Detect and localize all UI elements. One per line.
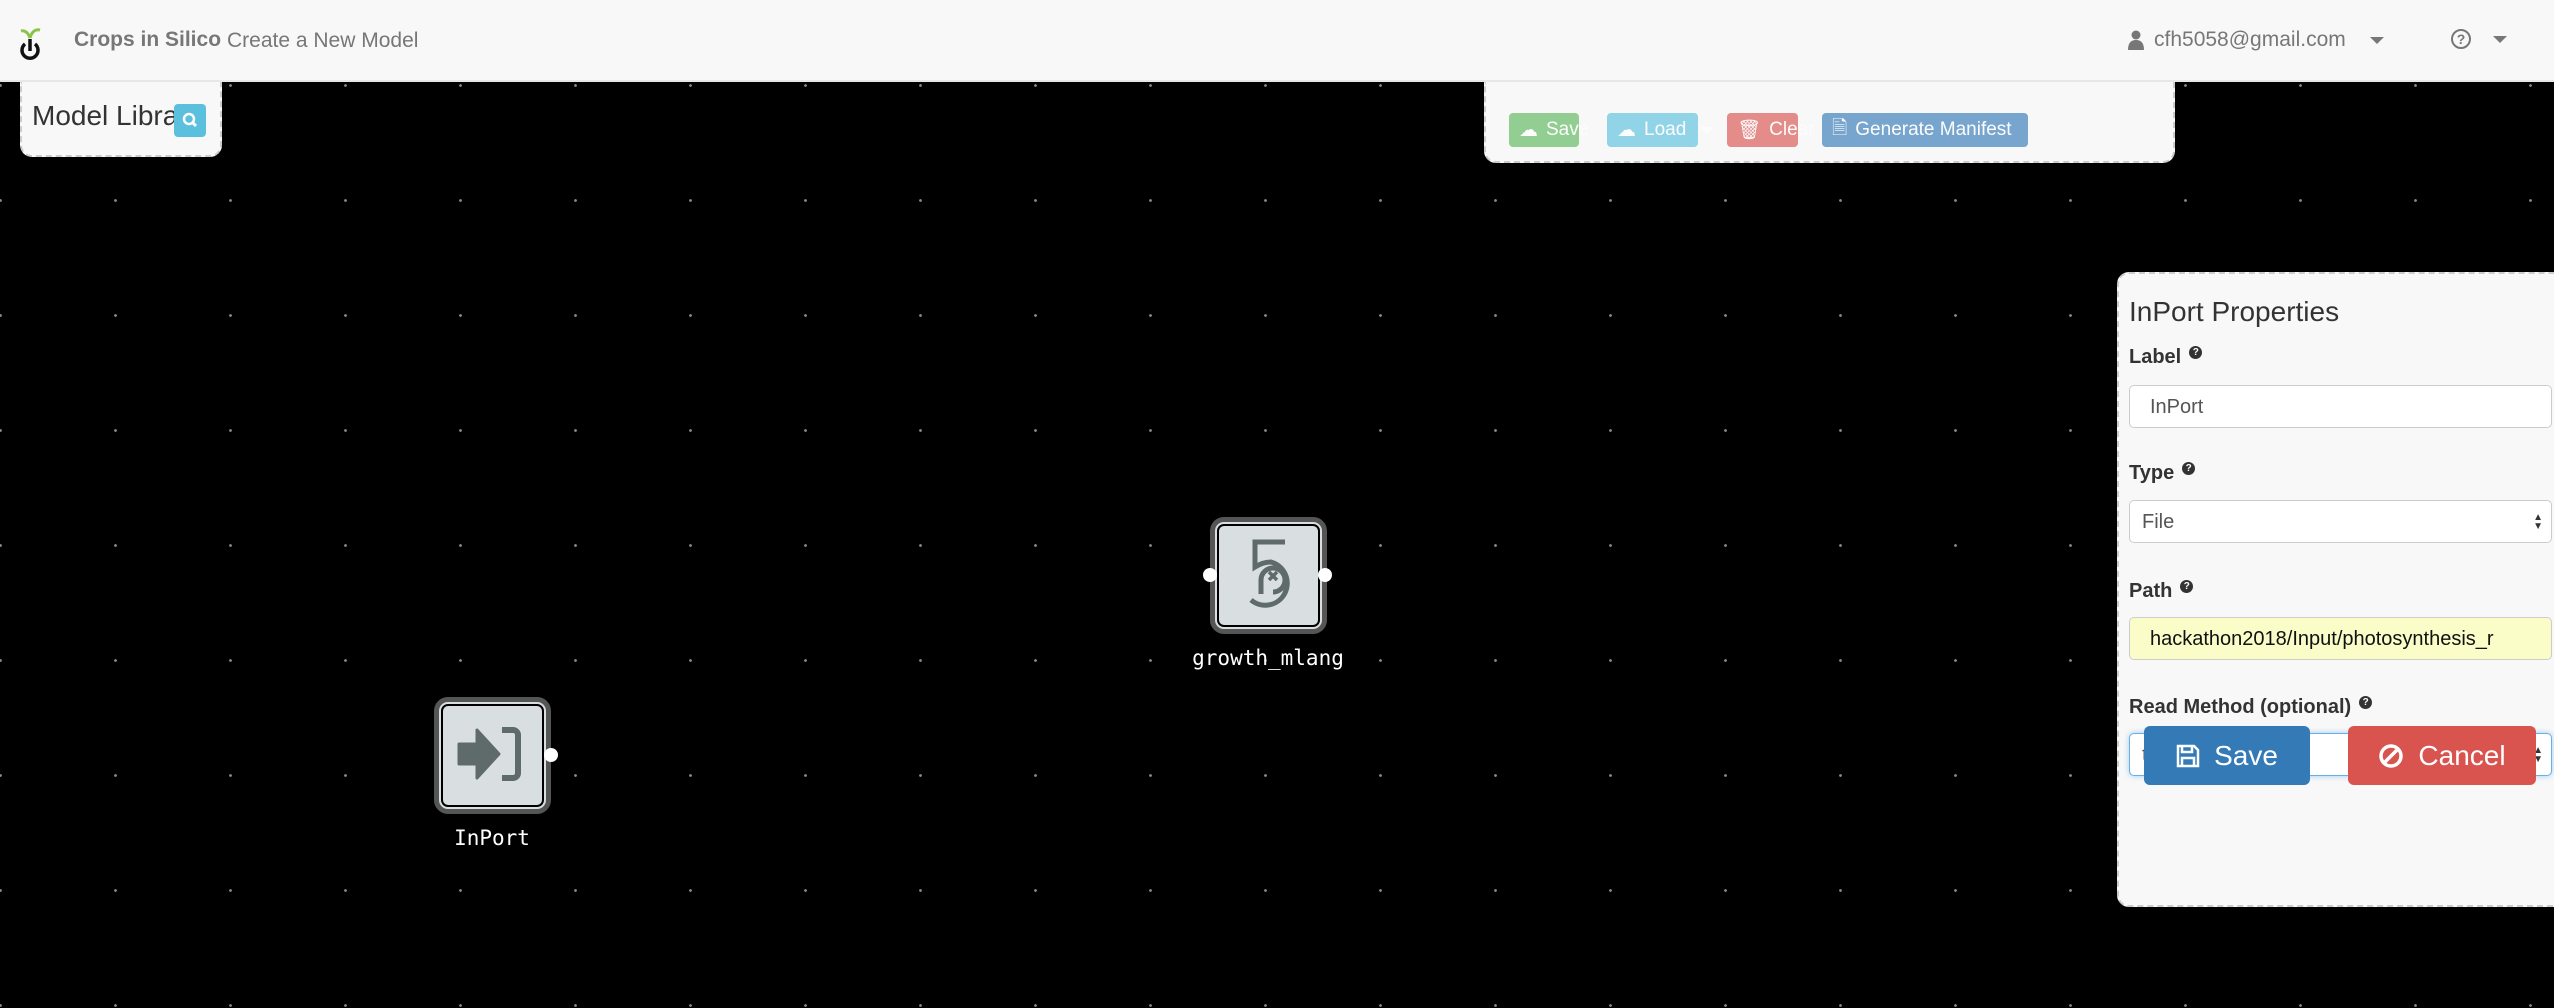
sign-in-icon <box>457 727 521 781</box>
search-icon <box>182 112 198 128</box>
user-menu[interactable]: cfh5058@gmail.com <box>2128 28 2384 52</box>
save-button[interactable]: Save <box>2144 726 2310 785</box>
user-icon <box>2128 30 2144 50</box>
cloud-upload-icon: ☁ <box>1519 119 1538 141</box>
toolbar-panel: ☁ Save ☁ Load 🗑 Clear 🗎 Generate Manifest <box>1484 82 2175 163</box>
file-icon: 🗎 <box>1832 118 1848 139</box>
model-5-icon <box>1249 539 1290 608</box>
node-label: growth_mlang <box>1192 646 1344 670</box>
inport-properties-panel: InPort Properties Label? InPort Type? Fi… <box>2117 272 2554 907</box>
input-port[interactable] <box>1203 568 1217 582</box>
help-icon[interactable]: ? <box>2189 346 2203 359</box>
floppy-disk-icon <box>2176 744 2200 767</box>
generate-manifest-button[interactable]: 🗎 Generate Manifest <box>1822 113 2028 147</box>
model-library-panel: Model Library <box>20 82 222 157</box>
cloud-download-icon: ☁ <box>1617 119 1636 141</box>
output-port[interactable] <box>544 748 558 762</box>
load-model-button[interactable]: ☁ Load <box>1607 113 1715 147</box>
help-icon[interactable]: ? <box>2180 580 2194 593</box>
node-growth-mlang[interactable] <box>1210 517 1327 634</box>
chevron-down-icon <box>2493 35 2507 43</box>
type-field-label: Type? <box>2129 462 2196 485</box>
clear-button[interactable]: 🗑 Clear <box>1727 113 1815 147</box>
output-port[interactable] <box>1318 568 1332 582</box>
user-email: cfh5058@gmail.com <box>2154 28 2346 51</box>
node-inport[interactable] <box>434 697 551 814</box>
path-input[interactable]: hackathon2018/Input/photosynthesis_r <box>2129 617 2552 660</box>
type-select[interactable]: File ▲ ▼ <box>2129 500 2552 543</box>
path-field-label: Path? <box>2129 580 2194 603</box>
node-label: InPort <box>454 826 530 850</box>
cancel-button[interactable]: Cancel <box>2348 726 2536 785</box>
save-model-button[interactable]: ☁ Save <box>1509 113 1589 147</box>
chevron-down-icon <box>1700 126 1715 134</box>
logo-icon[interactable] <box>18 26 42 60</box>
select-arrows-icon: ▲ ▼ <box>2533 512 2543 532</box>
label-input[interactable]: InPort <box>2129 385 2552 428</box>
help-icon[interactable]: ? <box>2359 696 2373 709</box>
read-method-field-label: Read Method (optional)? <box>2129 696 2373 719</box>
search-button[interactable] <box>174 104 206 137</box>
help-icon[interactable]: ? <box>2182 462 2196 475</box>
brand-link[interactable]: Crops in Silico <box>74 28 221 52</box>
navbar: Crops in Silico Create a New Model cfh50… <box>0 0 2554 82</box>
ban-icon <box>2379 743 2404 768</box>
create-new-model-link[interactable]: Create a New Model <box>227 29 418 53</box>
question-circle-icon: ? <box>2451 29 2471 49</box>
panel-title: InPort Properties <box>2129 296 2340 327</box>
chevron-down-icon <box>2369 36 2384 44</box>
trash-icon: 🗑 <box>1737 120 1762 141</box>
label-field-label: Label? <box>2129 346 2203 369</box>
help-menu[interactable]: ? <box>2451 29 2507 49</box>
